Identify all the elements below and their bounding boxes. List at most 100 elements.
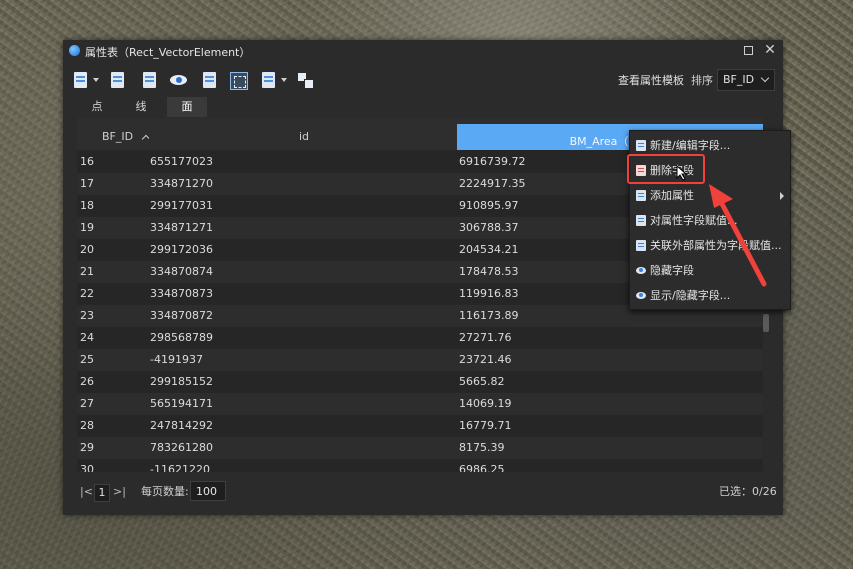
cell-bf-id: 25 bbox=[80, 353, 94, 366]
tab-polygon[interactable]: 面 bbox=[167, 97, 207, 117]
list-dropdown-caret-icon[interactable] bbox=[281, 78, 287, 82]
cell-bf-id: 27 bbox=[80, 397, 94, 410]
add-field-icon[interactable] bbox=[108, 71, 128, 91]
last-page-icon[interactable]: >| bbox=[113, 484, 126, 500]
app-logo-icon bbox=[69, 45, 80, 56]
save-dropdown-caret-icon[interactable] bbox=[93, 78, 99, 82]
first-page-icon[interactable]: |< bbox=[80, 484, 93, 500]
delete-field-icon bbox=[636, 165, 646, 176]
cell-bf-id: 24 bbox=[80, 331, 94, 344]
cell-bm-area: 16779.71 bbox=[459, 419, 512, 432]
cell-id: 247814292 bbox=[150, 419, 213, 432]
table-icon[interactable] bbox=[140, 71, 160, 91]
table-row[interactable]: 29 783261280 8175.39 bbox=[77, 437, 763, 459]
column-header-bf-id[interactable]: BF_ID bbox=[102, 118, 150, 150]
cell-bf-id: 18 bbox=[80, 199, 94, 212]
cell-id: -4191937 bbox=[150, 353, 203, 366]
list-icon[interactable] bbox=[259, 71, 279, 91]
cell-bf-id: 28 bbox=[80, 419, 94, 432]
table-row[interactable]: 25 -4191937 23721.46 bbox=[77, 349, 763, 371]
view-attribute-template-button[interactable]: 查看属性模板 bbox=[616, 71, 686, 91]
cell-bm-area: 306788.37 bbox=[459, 221, 519, 234]
selection-count: 已选：0/26 bbox=[719, 485, 777, 498]
scrollbar-thumb[interactable] bbox=[763, 314, 769, 332]
cell-bf-id: 29 bbox=[80, 441, 94, 454]
table-row[interactable]: 26 299185152 5665.82 bbox=[77, 371, 763, 393]
cell-id: 334871271 bbox=[150, 221, 213, 234]
eye-icon bbox=[636, 267, 646, 274]
link-icon bbox=[636, 240, 646, 251]
save-icon[interactable] bbox=[71, 71, 91, 91]
sort-select[interactable]: BF_ID bbox=[717, 69, 775, 91]
column-context-menu: 新建/编辑字段... 删除字段 添加属性 对属性字段赋值... 关联外部属性为字… bbox=[629, 130, 791, 310]
cell-id: 298568789 bbox=[150, 331, 213, 344]
cell-bm-area: 6916739.72 bbox=[459, 155, 526, 168]
assign-icon bbox=[636, 215, 646, 226]
cell-id: 783261280 bbox=[150, 441, 213, 454]
eye-icon[interactable] bbox=[169, 71, 189, 91]
maximize-button[interactable] bbox=[741, 43, 755, 57]
submenu-arrow-icon bbox=[780, 192, 784, 200]
menu-item-new-edit-field[interactable]: 新建/编辑字段... bbox=[630, 133, 790, 158]
add-attribute-icon bbox=[636, 190, 646, 201]
sort-label: 排序 bbox=[691, 74, 713, 87]
tab-point[interactable]: 点 bbox=[77, 97, 117, 117]
cell-bf-id: 21 bbox=[80, 265, 94, 278]
cell-id: 299185152 bbox=[150, 375, 213, 388]
cell-bm-area: 23721.46 bbox=[459, 353, 512, 366]
cell-bm-area: 2224917.35 bbox=[459, 177, 526, 190]
pagination-footer: |< 1 >| 每页数量: 100 已选：0/26 bbox=[63, 480, 783, 504]
window-title: 属性表（Rect_VectorElement） bbox=[85, 46, 251, 59]
cell-id: 299177031 bbox=[150, 199, 213, 212]
current-page[interactable]: 1 bbox=[94, 484, 110, 502]
cell-bm-area: 204534.21 bbox=[459, 243, 519, 256]
sort-ascending-icon bbox=[141, 134, 150, 144]
menu-item-delete-field[interactable]: 删除字段 bbox=[630, 158, 790, 183]
column-header-id[interactable]: id bbox=[299, 118, 309, 150]
cell-bf-id: 22 bbox=[80, 287, 94, 300]
cell-bf-id: 19 bbox=[80, 221, 94, 234]
page-size-label: 每页数量: bbox=[141, 485, 189, 498]
cell-id: 565194171 bbox=[150, 397, 213, 410]
cell-id: 334870873 bbox=[150, 287, 213, 300]
field-icon bbox=[636, 140, 646, 151]
tab-line[interactable]: 线 bbox=[121, 97, 161, 117]
cell-bm-area: 119916.83 bbox=[459, 287, 519, 300]
page-size-input[interactable]: 100 bbox=[190, 481, 226, 501]
cell-bf-id: 23 bbox=[80, 309, 94, 322]
cell-bm-area: 910895.97 bbox=[459, 199, 519, 212]
table-row[interactable]: 28 247814292 16779.71 bbox=[77, 415, 763, 437]
cell-id: 334870874 bbox=[150, 265, 213, 278]
cell-id: 334871270 bbox=[150, 177, 213, 190]
cell-bf-id: 17 bbox=[80, 177, 94, 190]
cell-bm-area: 8175.39 bbox=[459, 441, 505, 454]
cell-id: 334870872 bbox=[150, 309, 213, 322]
menu-item-add-attribute[interactable]: 添加属性 bbox=[630, 183, 790, 208]
menu-item-show-hide-fields[interactable]: 显示/隐藏字段... bbox=[630, 283, 790, 308]
title-bar[interactable]: 属性表（Rect_VectorElement） ✕ bbox=[63, 40, 783, 62]
cell-bf-id: 16 bbox=[80, 155, 94, 168]
sort-select-value: BF_ID bbox=[723, 73, 755, 86]
eye-icon bbox=[636, 292, 646, 299]
export-icon[interactable] bbox=[200, 71, 220, 91]
blocks-icon[interactable] bbox=[296, 71, 316, 91]
cell-bm-area: 178478.53 bbox=[459, 265, 519, 278]
cell-bf-id: 20 bbox=[80, 243, 94, 256]
menu-item-assign-field[interactable]: 对属性字段赋值... bbox=[630, 208, 790, 233]
cell-id: 655177023 bbox=[150, 155, 213, 168]
cell-bm-area: 6986.25 bbox=[459, 463, 505, 472]
cell-id: 299172036 bbox=[150, 243, 213, 256]
menu-item-hide-field[interactable]: 隐藏字段 bbox=[630, 258, 790, 283]
cell-bm-area: 116173.89 bbox=[459, 309, 519, 322]
cell-id: -11621220 bbox=[150, 463, 210, 472]
menu-item-link-external[interactable]: 关联外部属性为字段赋值... bbox=[630, 233, 790, 258]
table-row[interactable]: 24 298568789 27271.76 bbox=[77, 327, 763, 349]
close-button[interactable]: ✕ bbox=[763, 43, 777, 57]
select-box-icon[interactable] bbox=[229, 71, 249, 91]
cell-bm-area: 14069.19 bbox=[459, 397, 512, 410]
table-row[interactable]: 27 565194171 14069.19 bbox=[77, 393, 763, 415]
toolbar: 查看属性模板 排序 BF_ID bbox=[63, 68, 783, 94]
cell-bf-id: 30 bbox=[80, 463, 94, 472]
cell-bm-area: 5665.82 bbox=[459, 375, 505, 388]
table-row[interactable]: 30 -11621220 6986.25 bbox=[77, 459, 763, 472]
